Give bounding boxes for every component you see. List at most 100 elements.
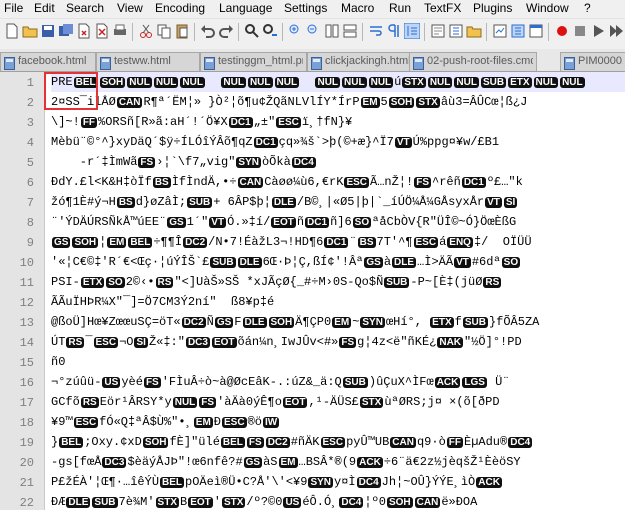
- doc-map-icon[interactable]: [430, 23, 446, 39]
- file-tab-icon: [311, 55, 322, 70]
- menu-view[interactable]: View: [117, 1, 143, 15]
- text-line[interactable]: -gs[fœÅ DC3 $èäýÅJÞ"!œ6nfê?# GS àS EM …BSÂ*®(9…: [51, 452, 625, 472]
- redo-icon[interactable]: [218, 23, 234, 39]
- play-macro-icon[interactable]: [590, 23, 606, 39]
- text-line[interactable]: ÃÃuÏHÞR¼X"¯]=Ö7CM3Ý2ní" ß8¥p‡é: [51, 292, 625, 312]
- control-char-badge: SYN: [236, 157, 261, 168]
- panel-icon[interactable]: [528, 23, 544, 39]
- file-tab[interactable]: clickjackingh.html: [307, 52, 421, 71]
- close-file-icon[interactable]: [76, 23, 92, 39]
- save-icon[interactable]: [40, 23, 56, 39]
- record-macro-icon[interactable]: [554, 23, 570, 39]
- copy-icon[interactable]: [156, 23, 172, 39]
- menu-macro[interactable]: Macro: [341, 1, 374, 15]
- zoom-in-icon[interactable]: [288, 23, 304, 39]
- text-line[interactable]: @ßoÜ]Hœ¥ZœœuSÇ=öT« DC2 Ñ GS F DLE SOH Ä¶ÇP0 EM ~ S…: [51, 312, 625, 332]
- text-line[interactable]: Mèbü¨©°^}xyDäQ´$ÿ÷ÍLÓîÝÂõ¶qZ DC1 çq»¾š`>þ(…: [51, 132, 625, 152]
- find-icon[interactable]: [244, 23, 260, 39]
- text-run: + 6ÂP$þ¦: [213, 195, 271, 209]
- text-run: GCfõ: [51, 395, 80, 409]
- new-file-icon[interactable]: [4, 23, 20, 39]
- file-tab-label: PIM00001: [578, 55, 623, 67]
- text-line[interactable]: '«¦C€©‡'R´€<Œç·¦úÝÎŠ`£ SUB DLE 6Œ·Þ¦Ç,ßÍ¢'!…: [51, 252, 625, 272]
- menu-settings[interactable]: Settings: [284, 1, 327, 15]
- control-char-badge: DC3: [185, 337, 210, 348]
- menu-textfx[interactable]: TextFX: [424, 1, 461, 15]
- control-char-badge: DLE: [392, 257, 417, 268]
- control-char-badge: ENQ: [447, 237, 473, 248]
- text-line[interactable]: \]~! FF %ORSñ[R»ã:aH´!´Ö¥X DC1 „±" ESC ï¸†fN}¥: [51, 112, 625, 132]
- editor-pane[interactable]: 1 2 3 4 5 6 7 8 9 10 11 12 13 14 15 16 17 18 19 20 21 22 PRE B…: [0, 72, 625, 510]
- word-wrap-icon[interactable]: [368, 23, 384, 39]
- control-char-badge: NUL: [221, 77, 246, 88]
- print-icon[interactable]: [112, 23, 128, 39]
- menu-run[interactable]: Run: [389, 1, 411, 15]
- line-number: 9: [26, 236, 34, 250]
- control-char-badge: GS: [214, 317, 234, 328]
- paste-icon[interactable]: [174, 23, 190, 39]
- zoom-out-icon[interactable]: [306, 23, 322, 39]
- control-char-badge: NUL: [172, 397, 198, 408]
- sync-vertical-icon[interactable]: [324, 23, 340, 39]
- text-line[interactable]: ÐÆ DLE SUB 7è¾M' STX B EOT ' STX/º?©0 US éÔ.Ó¸ DC4 ¦…: [51, 492, 625, 510]
- text-line[interactable]: } BEL ;Oxy.¢xD SOH fÈ]"ülé BEL FS DC2 #ñÄK ESC pyÛ…: [51, 432, 625, 452]
- text-line[interactable]: ¬°zúûü- US yèé FS 'FÌuÂ÷ò~à@ØcEâK-.:úZ&_ä:Q S…: [51, 372, 625, 392]
- control-char-badge: NUL: [180, 77, 205, 88]
- replace-icon[interactable]: [262, 23, 278, 39]
- text-run: fÈ]"ülé: [169, 435, 220, 449]
- show-all-chars-icon[interactable]: [386, 23, 402, 39]
- menu-language[interactable]: Language: [219, 1, 272, 15]
- control-char-badge: SI: [503, 197, 518, 208]
- file-tab[interactable]: testww.html: [96, 52, 200, 71]
- control-char-badge: STX: [402, 77, 426, 88]
- save-all-icon[interactable]: [58, 23, 74, 39]
- text-run: ÐdY.£l<K&H‡òÏf: [51, 175, 152, 189]
- menu-window[interactable]: Window: [526, 1, 569, 15]
- menu-edit[interactable]: Edit: [34, 1, 55, 15]
- file-tab[interactable]: facebook.html: [0, 52, 96, 71]
- text-run: %ORSñ[R»ã:aH´!´Ö¥X: [98, 115, 228, 129]
- file-tab[interactable]: testinggm_html.png: [200, 52, 307, 71]
- menu-help[interactable]: ?: [584, 1, 591, 15]
- text-run: $èäýÅJÞ"!œ6nfê?#: [127, 455, 243, 469]
- text-line[interactable]: -r´‡ÌmWã FS ›¦`\f7„vig" SYN òÕkà DC4: [51, 152, 625, 172]
- menu-plugins[interactable]: Plugins: [473, 1, 512, 15]
- text-run: ¦º0: [364, 495, 386, 509]
- text-line[interactable]: PSI- ETX SO 2©‹• RS "<]UàŠ»SŠ *xJÃçØ{_#÷M›0S-…: [51, 272, 625, 292]
- file-tab[interactable]: 02-push-root-files.cmd: [409, 52, 537, 71]
- toggle-icon[interactable]: [510, 23, 526, 39]
- text-line[interactable]: P£žÉÀ'¦Œ¶·…îêÝÙ BEL pOÄeì®Ü•C?Å'\'<¥9 SYN y¤…: [51, 472, 625, 492]
- text-run: õán¼n¸IwJÛv<#»: [237, 335, 339, 349]
- current-text-line[interactable]: PRE BEL SOH NUL NUL NUL NUL NUL NUL NUL NUL NUL ú S…: [51, 72, 625, 92]
- text-line[interactable]: ¨'ÝDÄÚRSÑkÅ™úEE¨ GS 1´" VT Ó.»‡í/EOT ñ DC1 ñ]6 S…: [51, 212, 625, 232]
- text-run: Ã…nŽ¦!: [370, 175, 414, 189]
- menu-encoding[interactable]: Encoding: [155, 1, 205, 15]
- control-char-badge: DC1: [228, 117, 253, 128]
- control-char-badge: DC3: [102, 457, 127, 468]
- text-line[interactable]: GCfõ RS Eör¹ÂRSY*y NUL FS'àÄà0ýÊ¶o EOT ,¹-ÄÜS£…: [51, 392, 625, 412]
- text-line[interactable]: ñ0: [51, 352, 625, 372]
- cut-icon[interactable]: [138, 23, 154, 39]
- text-line[interactable]: žó¶1È#ý¬H BS d}øZâÌ; SUB + 6ÂP$þ¦ DLE/B©¸|«Ø5…: [51, 192, 625, 212]
- text-line[interactable]: 2¤SS¯ilÅØ CAN R¶ª´ËM¦» }Ò²¦õ¶u¢ŽQãNLVlÍY*Í…: [51, 92, 625, 112]
- indent-guide-icon[interactable]: [404, 23, 420, 39]
- stop-macro-icon[interactable]: [572, 23, 588, 39]
- menu-search[interactable]: Search: [66, 1, 104, 15]
- function-list-icon[interactable]: [448, 23, 464, 39]
- menu-file[interactable]: File: [4, 1, 23, 15]
- folder-workspace-icon[interactable]: [466, 23, 482, 39]
- sync-horizontal-icon[interactable]: [342, 23, 358, 39]
- monitoring-icon[interactable]: [492, 23, 508, 39]
- undo-icon[interactable]: [200, 23, 216, 39]
- play-multiple-icon[interactable]: [608, 23, 624, 39]
- file-tab[interactable]: PIM00001: [560, 52, 625, 71]
- text-line[interactable]: ÐdY.£l<K&H‡òÏf BS ÌfÌndÄ,•÷ CAN Càøø¼ù6,€rK E…: [51, 172, 625, 192]
- line-number: 16: [19, 376, 34, 390]
- text-run: "<]UàŠ»SŠ *xJÃçØ{_#÷M›0S-Qo$Ñ: [174, 275, 384, 289]
- text-line[interactable]: ÚT RS ¯ ESC ¬O SI Ž«‡:" DC3 EOT õán¼n¸IwJÛv<#» FS g…: [51, 332, 625, 352]
- open-file-icon[interactable]: [22, 23, 38, 39]
- control-char-badge: DC4: [508, 437, 533, 448]
- close-all-icon[interactable]: [94, 23, 110, 39]
- text-line[interactable]: GS SOH ¦ EM BEL ÷¶¶Î DC2/N•7!ÉàžL3¬!HD¶6 DC1 ¨ BS…: [51, 232, 625, 252]
- text-line[interactable]: ¥9™ ESC fÓ«Q‡ªÂ$Ù%"•¸ EM Ð ESC ®ö IW: [51, 412, 625, 432]
